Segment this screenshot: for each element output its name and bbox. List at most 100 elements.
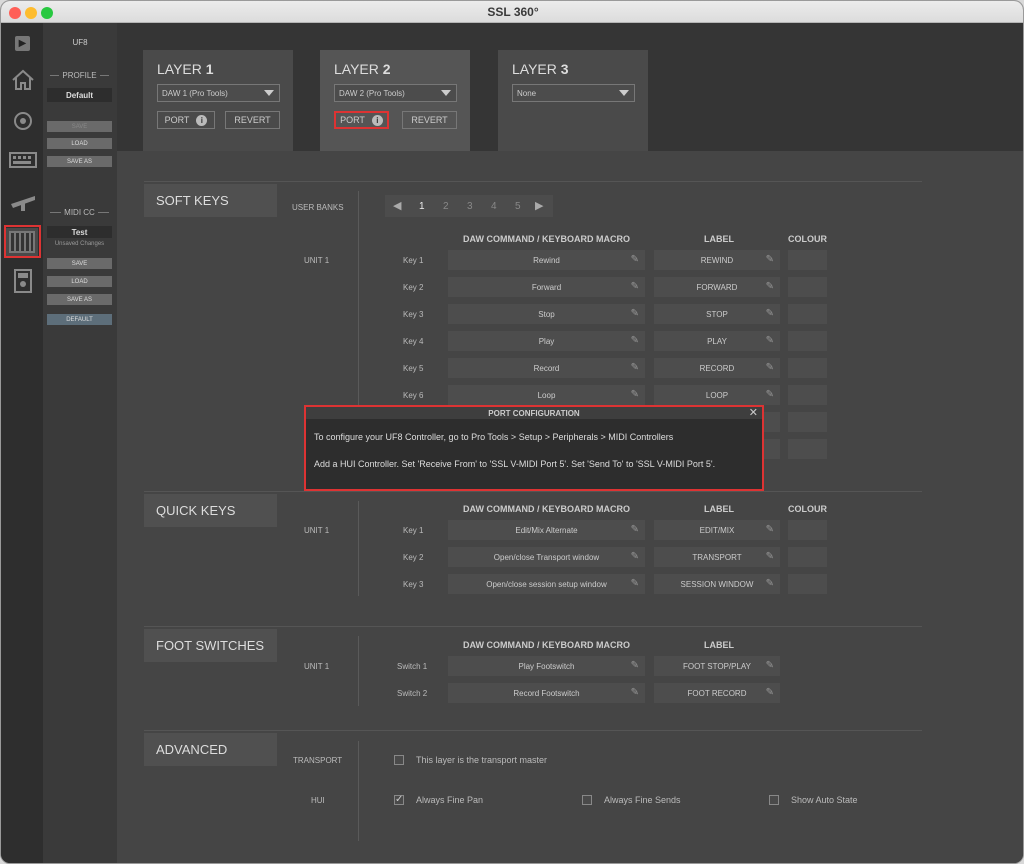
chevron-right-icon[interactable]: ▶ bbox=[535, 199, 543, 212]
layer-3-panel[interactable]: LAYER 3 None bbox=[498, 50, 648, 152]
quick-key-2-colour[interactable] bbox=[788, 547, 827, 567]
soft-key-3-colour[interactable] bbox=[788, 304, 827, 324]
close-window-button[interactable] bbox=[9, 7, 21, 19]
soft-key-1-colour[interactable] bbox=[788, 250, 827, 270]
midi-cc-save-button[interactable]: SAVE bbox=[47, 258, 112, 269]
profile-load-button[interactable]: LOAD bbox=[47, 138, 112, 149]
chevron-left-icon[interactable]: ◀ bbox=[393, 199, 401, 212]
pencil-icon[interactable]: ✎ bbox=[631, 687, 639, 698]
soft-key-7-colour[interactable] bbox=[788, 412, 827, 432]
layer-2-panel[interactable]: LAYER 2 DAW 2 (Pro Tools) PORT i REVERT bbox=[320, 50, 470, 152]
layer-2-daw-select[interactable]: DAW 2 (Pro Tools) bbox=[334, 84, 457, 102]
keyboard-icon[interactable] bbox=[9, 151, 37, 169]
switch-2-label-field[interactable]: FOOT RECORD ✎ bbox=[654, 683, 780, 703]
soft-key-3-command[interactable]: Stop ✎ bbox=[448, 304, 645, 324]
pencil-icon[interactable]: ✎ bbox=[766, 335, 774, 346]
bank-3[interactable]: 3 bbox=[467, 201, 473, 212]
soft-key-5-colour[interactable] bbox=[788, 358, 827, 378]
switch-2-command[interactable]: Record Footswitch ✎ bbox=[448, 683, 645, 703]
soft-key-2-colour[interactable] bbox=[788, 277, 827, 297]
bank-4[interactable]: 4 bbox=[491, 201, 497, 212]
pencil-icon[interactable]: ✎ bbox=[631, 389, 639, 400]
switch-1-label-field[interactable]: FOOT STOP/PLAY ✎ bbox=[654, 656, 780, 676]
layer-2-port-button[interactable]: PORT i bbox=[334, 111, 389, 129]
soft-key-1-label-field[interactable]: REWIND ✎ bbox=[654, 250, 780, 270]
uc1-controller-icon[interactable] bbox=[13, 268, 33, 294]
pencil-icon[interactable]: ✎ bbox=[766, 660, 774, 671]
profile-name[interactable]: Default bbox=[47, 88, 112, 102]
layer-1-port-button[interactable]: PORT i bbox=[157, 111, 215, 129]
pencil-icon[interactable]: ✎ bbox=[766, 389, 774, 400]
expand-icon[interactable]: ▶ bbox=[15, 36, 30, 51]
midi-cc-name[interactable]: Test bbox=[47, 226, 112, 238]
quick-key-3-command[interactable]: Open/close session setup window ✎ bbox=[448, 574, 645, 594]
auto-state-checkbox[interactable] bbox=[769, 795, 779, 805]
quick-key-1-command[interactable]: Edit/Mix Alternate ✎ bbox=[448, 520, 645, 540]
layer-3-daw-select[interactable]: None bbox=[512, 84, 635, 102]
soft-key-4-command[interactable]: Play ✎ bbox=[448, 331, 645, 351]
layer-1-panel[interactable]: LAYER 1 DAW 1 (Pro Tools) PORT i REVERT bbox=[143, 50, 293, 152]
plugin-icon[interactable] bbox=[10, 109, 36, 133]
soft-key-2-command[interactable]: Forward ✎ bbox=[448, 277, 645, 297]
bank-2[interactable]: 2 bbox=[443, 201, 449, 212]
layer-1-revert-button[interactable]: REVERT bbox=[225, 111, 280, 129]
pencil-icon[interactable]: ✎ bbox=[631, 362, 639, 373]
icon-bar: ▶ bbox=[1, 23, 43, 863]
soft-key-4-colour[interactable] bbox=[788, 331, 827, 351]
auto-state-label: Show Auto State bbox=[791, 795, 858, 805]
profile-save-as-button[interactable]: SAVE AS bbox=[47, 156, 112, 167]
bank-1[interactable]: 1 bbox=[419, 201, 425, 212]
bank-5[interactable]: 5 bbox=[515, 201, 521, 212]
transport-master-checkbox[interactable] bbox=[394, 755, 404, 765]
soft-key-5-command[interactable]: Record ✎ bbox=[448, 358, 645, 378]
soft-key-6-label-field[interactable]: LOOP ✎ bbox=[654, 385, 780, 405]
profile-save-button[interactable]: SAVE bbox=[47, 121, 112, 132]
pencil-icon[interactable]: ✎ bbox=[631, 254, 639, 265]
fine-pan-checkbox[interactable]: ✓ bbox=[394, 795, 404, 805]
zoom-window-button[interactable] bbox=[41, 7, 53, 19]
pencil-icon[interactable]: ✎ bbox=[631, 551, 639, 562]
pencil-icon[interactable]: ✎ bbox=[766, 308, 774, 319]
soft-key-1-command[interactable]: Rewind ✎ bbox=[448, 250, 645, 270]
soft-key-8-colour[interactable] bbox=[788, 439, 827, 459]
mixer-desk-icon[interactable] bbox=[9, 189, 37, 213]
soft-key-6-colour[interactable] bbox=[788, 385, 827, 405]
layer-1-daw-select[interactable]: DAW 1 (Pro Tools) bbox=[157, 84, 280, 102]
quick-key-3-label-field[interactable]: SESSION WINDOW ✎ bbox=[654, 574, 780, 594]
pencil-icon[interactable]: ✎ bbox=[631, 524, 639, 535]
chevron-down-icon bbox=[441, 90, 451, 96]
pencil-icon[interactable]: ✎ bbox=[631, 578, 639, 589]
pencil-icon[interactable]: ✎ bbox=[766, 362, 774, 373]
midi-cc-default-button[interactable]: DEFAULT bbox=[47, 314, 112, 325]
pencil-icon[interactable]: ✎ bbox=[631, 281, 639, 292]
pencil-icon[interactable]: ✎ bbox=[766, 551, 774, 562]
pencil-icon[interactable]: ✎ bbox=[631, 660, 639, 671]
pencil-icon[interactable]: ✎ bbox=[766, 524, 774, 535]
soft-key-5-label-field[interactable]: RECORD ✎ bbox=[654, 358, 780, 378]
soft-key-6-command[interactable]: Loop ✎ bbox=[448, 385, 645, 405]
quick-key-2-command[interactable]: Open/close Transport window ✎ bbox=[448, 547, 645, 567]
switch-1-command[interactable]: Play Footswitch ✎ bbox=[448, 656, 645, 676]
soft-key-2-label-field[interactable]: FORWARD ✎ bbox=[654, 277, 780, 297]
pencil-icon[interactable]: ✎ bbox=[766, 687, 774, 698]
pencil-icon[interactable]: ✎ bbox=[766, 254, 774, 265]
midi-cc-save-as-button[interactable]: SAVE AS bbox=[47, 294, 112, 305]
minimize-window-button[interactable] bbox=[25, 7, 37, 19]
profile-heading: PROFILE bbox=[47, 71, 112, 80]
quick-key-1-label-field[interactable]: EDIT/MIX ✎ bbox=[654, 520, 780, 540]
quick-key-2-label-field[interactable]: TRANSPORT ✎ bbox=[654, 547, 780, 567]
soft-key-3-label-field[interactable]: STOP ✎ bbox=[654, 304, 780, 324]
quick-key-3-colour[interactable] bbox=[788, 574, 827, 594]
pencil-icon[interactable]: ✎ bbox=[766, 281, 774, 292]
layer-2-revert-button[interactable]: REVERT bbox=[402, 111, 457, 129]
midi-cc-status: Unsaved Changes bbox=[54, 241, 105, 247]
fine-sends-checkbox[interactable] bbox=[582, 795, 592, 805]
pencil-icon[interactable]: ✎ bbox=[766, 578, 774, 589]
soft-key-4-label-field[interactable]: PLAY ✎ bbox=[654, 331, 780, 351]
home-icon[interactable] bbox=[10, 68, 36, 92]
pencil-icon[interactable]: ✎ bbox=[631, 308, 639, 319]
close-icon[interactable]: ✕ bbox=[749, 406, 758, 419]
pencil-icon[interactable]: ✎ bbox=[631, 335, 639, 346]
midi-cc-load-button[interactable]: LOAD bbox=[47, 276, 112, 287]
quick-key-1-colour[interactable] bbox=[788, 520, 827, 540]
